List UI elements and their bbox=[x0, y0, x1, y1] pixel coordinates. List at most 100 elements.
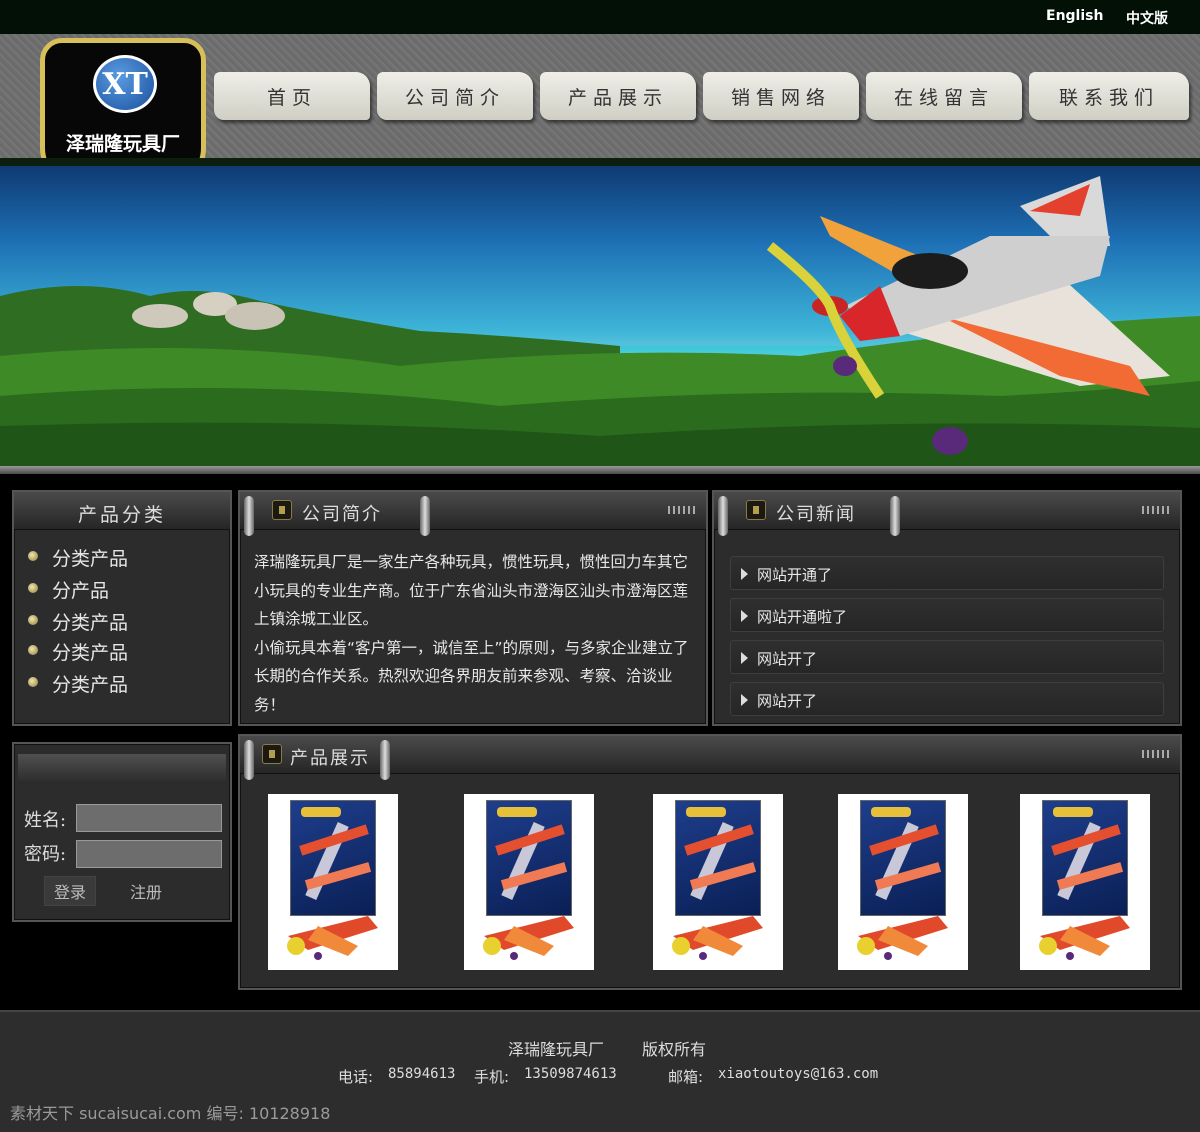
bullet-icon bbox=[28, 615, 38, 625]
category-item[interactable]: 分产品 bbox=[28, 576, 110, 603]
bullet-icon bbox=[28, 677, 38, 687]
header: XT 泽瑞隆玩具厂 首页 公司简介 产品展示 销售网络 在线留言 联系我们 bbox=[0, 34, 1200, 188]
product-thumbnail[interactable] bbox=[1020, 794, 1150, 970]
category-item[interactable]: 分类产品 bbox=[28, 638, 129, 665]
footer-email[interactable]: xiaotoutoys@163.com bbox=[718, 1066, 878, 1082]
section-icon bbox=[746, 500, 766, 520]
scroll-ornament-icon bbox=[244, 740, 254, 780]
footer-mobile-label: 手机: bbox=[474, 1068, 510, 1086]
product-package-image bbox=[486, 800, 572, 916]
arrow-right-icon bbox=[741, 652, 748, 664]
category-item[interactable]: 分类产品 bbox=[28, 670, 129, 697]
product-thumbnail[interactable] bbox=[653, 794, 783, 970]
news-item[interactable]: 网站开通啦了 bbox=[730, 598, 1164, 632]
footer: 泽瑞隆玩具厂 版权所有 电话: 85894613 手机: 13509874613… bbox=[0, 1010, 1200, 1132]
product-plane-image bbox=[857, 916, 948, 960]
top-bar: English 中文版 bbox=[0, 0, 1200, 34]
stripes-icon bbox=[1142, 506, 1170, 514]
footer-rights: 版权所有 bbox=[642, 1040, 707, 1059]
logo-mark: XT bbox=[93, 55, 157, 113]
nav-message[interactable]: 在线留言 bbox=[866, 72, 1022, 120]
bullet-icon bbox=[28, 583, 38, 593]
banner-landscape bbox=[0, 176, 1200, 466]
news-item[interactable]: 网站开通了 bbox=[730, 556, 1164, 590]
password-input[interactable] bbox=[76, 840, 222, 868]
company-intro-title: 公司简介 bbox=[302, 504, 382, 525]
news-item[interactable]: 网站开了 bbox=[730, 640, 1164, 674]
news-item-label: 网站开了 bbox=[757, 650, 818, 668]
product-package-image bbox=[675, 800, 761, 916]
category-item-label: 分产品 bbox=[52, 580, 110, 602]
footer-mobile: 13509874613 bbox=[524, 1066, 617, 1082]
header-divider bbox=[0, 158, 1200, 166]
company-intro-header: 公司简介 bbox=[240, 492, 706, 536]
arrow-right-icon bbox=[741, 610, 748, 622]
company-news-header: 公司新闻 bbox=[714, 492, 1180, 536]
product-package-image bbox=[1042, 800, 1128, 916]
company-news-panel: 公司新闻 网站开通了 网站开通啦了 网站开了 网站开了 bbox=[712, 490, 1182, 726]
intro-paragraph-1: 泽瑞隆玩具厂是一家生产各种玩具，惯性玩具，惯性回力车其它小玩具的专业生产商。位于… bbox=[254, 553, 689, 628]
login-panel-header bbox=[18, 754, 226, 784]
banner-bottom-border bbox=[0, 466, 1200, 474]
product-package-image bbox=[860, 800, 946, 916]
intro-paragraph-2: 小偷玩具本着“客户第一，诚信至上”的原则，与多家企业建立了长期的合作关系。热烈欢… bbox=[254, 638, 689, 714]
news-item-label: 网站开通了 bbox=[757, 566, 833, 584]
stripes-icon bbox=[668, 506, 696, 514]
category-panel: 产品分类 分类产品 分产品 分类产品 分类产品 分类产品 bbox=[12, 490, 232, 726]
news-item-label: 网站开通啦了 bbox=[757, 608, 848, 626]
company-intro-text: 泽瑞隆玩具厂是一家生产各种玩具，惯性玩具，惯性回力车其它小玩具的专业生产商。位于… bbox=[254, 548, 698, 719]
scroll-ornament-icon bbox=[718, 496, 728, 536]
nav-home[interactable]: 首页 bbox=[214, 72, 370, 120]
category-item-label: 分类产品 bbox=[52, 642, 129, 664]
section-icon bbox=[262, 744, 282, 764]
logo-name: 泽瑞隆玩具厂 bbox=[65, 133, 180, 155]
product-plane-image bbox=[287, 916, 378, 960]
product-thumbnail[interactable] bbox=[268, 794, 398, 970]
nav-products[interactable]: 产品展示 bbox=[540, 72, 696, 120]
bullet-icon bbox=[28, 645, 38, 655]
bullet-icon bbox=[28, 551, 38, 561]
product-plane-image bbox=[483, 916, 574, 960]
product-thumbnail[interactable] bbox=[838, 794, 968, 970]
company-news-title: 公司新闻 bbox=[776, 504, 856, 525]
scroll-ornament-icon bbox=[380, 740, 390, 780]
nav-sales-network[interactable]: 销售网络 bbox=[703, 72, 859, 120]
product-package-image bbox=[290, 800, 376, 916]
products-panel: 产品展示 bbox=[238, 734, 1182, 990]
scroll-ornament-icon bbox=[244, 496, 254, 536]
category-item[interactable]: 分类产品 bbox=[28, 608, 129, 635]
section-icon bbox=[272, 500, 292, 520]
login-panel: 姓名: 密码: 登录 注册 bbox=[12, 742, 232, 922]
category-title: 产品分类 bbox=[77, 504, 166, 526]
category-panel-header: 产品分类 bbox=[14, 492, 230, 530]
company-intro-panel: 公司简介 泽瑞隆玩具厂是一家生产各种玩具，惯性玩具，惯性回力车其它小玩具的专业生… bbox=[238, 490, 708, 726]
arrow-right-icon bbox=[741, 694, 748, 706]
footer-company: 泽瑞隆玩具厂 bbox=[508, 1040, 605, 1059]
scroll-ornament-icon bbox=[420, 496, 430, 536]
nav-contact[interactable]: 联系我们 bbox=[1029, 72, 1189, 120]
arrow-right-icon bbox=[741, 568, 748, 580]
category-item-label: 分类产品 bbox=[52, 674, 129, 696]
category-item[interactable]: 分类产品 bbox=[28, 544, 129, 571]
footer-phone: 85894613 bbox=[388, 1066, 456, 1082]
news-item[interactable]: 网站开了 bbox=[730, 682, 1164, 716]
footer-email-label: 邮箱: bbox=[668, 1068, 704, 1086]
register-button[interactable]: 注册 bbox=[120, 876, 172, 906]
name-label: 姓名: bbox=[24, 810, 67, 831]
nav-company-intro[interactable]: 公司简介 bbox=[377, 72, 533, 120]
footer-phone-label: 电话: bbox=[338, 1068, 374, 1086]
watermark: 素材天下 sucaisucai.com 编号: 10128918 bbox=[10, 1104, 331, 1123]
product-plane-image bbox=[672, 916, 763, 960]
news-item-label: 网站开了 bbox=[757, 692, 818, 710]
lang-chinese-link[interactable]: 中文版 bbox=[1126, 8, 1168, 28]
category-item-label: 分类产品 bbox=[52, 612, 129, 634]
products-title: 产品展示 bbox=[290, 748, 370, 769]
password-label: 密码: bbox=[24, 844, 67, 865]
product-plane-image bbox=[1039, 916, 1130, 960]
category-item-label: 分类产品 bbox=[52, 548, 129, 570]
product-thumbnail[interactable] bbox=[464, 794, 594, 970]
login-button[interactable]: 登录 bbox=[44, 876, 96, 906]
banner-image bbox=[0, 166, 1200, 466]
lang-english-link[interactable]: English bbox=[1046, 8, 1103, 24]
name-input[interactable] bbox=[76, 804, 222, 832]
